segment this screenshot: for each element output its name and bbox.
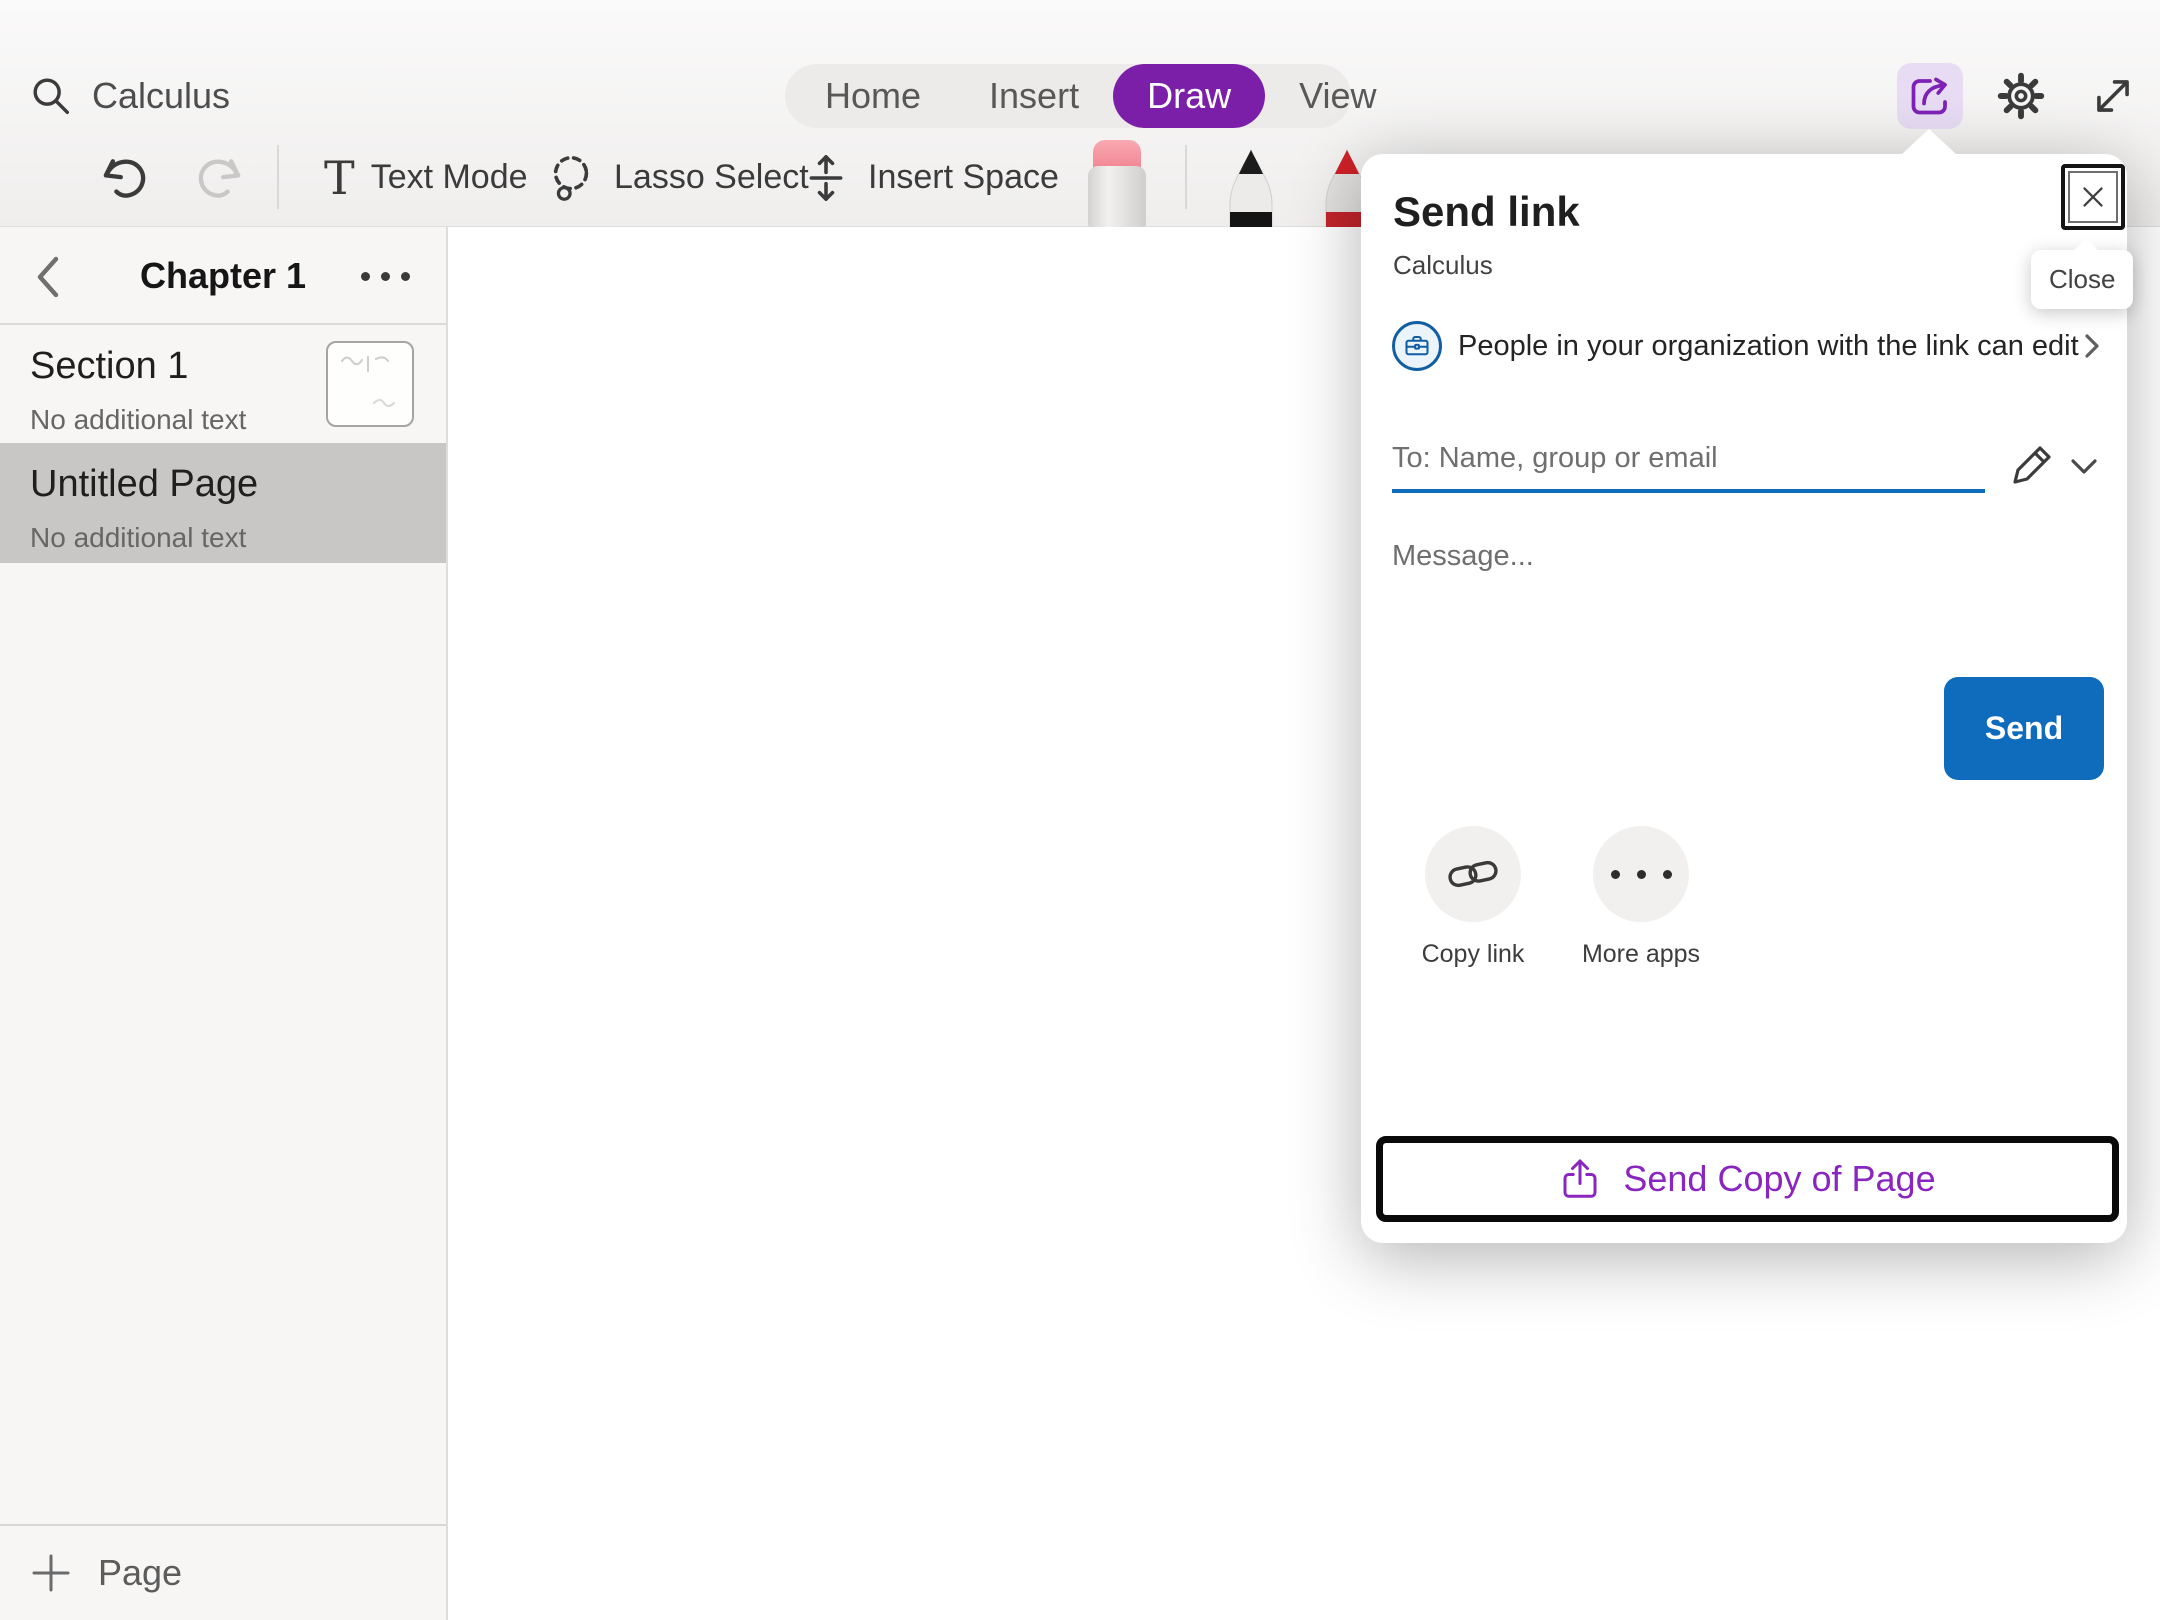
search-bar[interactable]: Calculus (28, 62, 230, 130)
settings-button[interactable] (1988, 63, 2054, 129)
organization-icon (1392, 321, 1442, 371)
add-page-label: Page (98, 1552, 182, 1594)
page-list-item[interactable]: Section 1 No additional text (0, 325, 446, 443)
chevron-down-icon (2067, 454, 2101, 480)
more-apps-button[interactable] (1593, 826, 1689, 922)
permission-text: People in your organization with the lin… (1458, 330, 2079, 363)
page-list-item-selected[interactable]: Untitled Page No additional text (0, 443, 446, 563)
recipient-field-wrap (1392, 442, 1985, 493)
send-link-dialog: Send link Calculus Close People in your … (1361, 154, 2127, 1243)
page-thumbnail (326, 341, 414, 427)
section-menu-button[interactable] (361, 251, 410, 301)
gear-icon (1994, 69, 2048, 123)
text-mode-button[interactable]: T Text Mode (324, 128, 528, 227)
onenote-app: Calculus Home Insert Draw View (0, 0, 2160, 1620)
expand-icon (2088, 71, 2138, 121)
fullscreen-button[interactable] (2080, 63, 2146, 129)
tab-view[interactable]: View (1265, 64, 1410, 128)
toolbar-divider (277, 145, 279, 209)
close-icon (2079, 183, 2107, 211)
copy-link-button[interactable] (1425, 826, 1521, 922)
pencil-icon (2009, 440, 2057, 488)
message-input[interactable] (1392, 540, 1992, 760)
add-page-button[interactable]: Page (0, 1524, 446, 1620)
page-item-title: Untitled Page (30, 463, 416, 506)
share-upload-icon (1559, 1155, 1601, 1203)
send-copy-label: Send Copy of Page (1623, 1158, 1935, 1200)
redo-button[interactable] (190, 128, 246, 227)
insert-space-icon (800, 150, 852, 206)
more-apps-label: More apps (1546, 940, 1736, 969)
share-button[interactable] (1897, 63, 1963, 129)
dialog-title: Send link (1393, 188, 1580, 236)
sidebar-header: Chapter 1 (0, 227, 446, 325)
undo-icon (98, 150, 154, 206)
lasso-label: Lasso Select (614, 158, 809, 197)
ellipsis-icon (1611, 870, 1672, 879)
tab-home[interactable]: Home (791, 64, 955, 128)
chevron-right-icon (2079, 329, 2105, 363)
recipient-input[interactable] (1392, 442, 1985, 475)
link-permission-row[interactable]: People in your organization with the lin… (1392, 318, 2094, 374)
ribbon-tabs: Home Insert Draw View (785, 64, 1351, 128)
undo-button[interactable] (98, 128, 154, 227)
plus-icon (30, 1552, 72, 1594)
send-button[interactable]: Send (1944, 677, 2104, 780)
close-button-focus-ring (2068, 171, 2118, 223)
share-icon (1906, 72, 1954, 120)
eraser-body (1088, 166, 1146, 227)
copy-link-label: Copy link (1378, 940, 1568, 969)
dialog-subtitle: Calculus (1393, 250, 1493, 281)
lasso-select-button[interactable]: Lasso Select (544, 128, 809, 227)
pen-black-tool[interactable] (1222, 148, 1280, 227)
eraser-tool[interactable] (1088, 140, 1146, 227)
edit-permission-button[interactable] (2009, 440, 2059, 490)
send-copy-of-page-button[interactable]: Send Copy of Page (1376, 1136, 2119, 1222)
insert-space-button[interactable]: Insert Space (800, 128, 1059, 227)
dialog-pointer (1901, 129, 1957, 155)
search-icon (28, 73, 74, 119)
redo-icon (190, 150, 246, 206)
sidebar: Chapter 1 Section 1 No additional text U… (0, 227, 448, 1620)
search-label: Calculus (92, 75, 230, 117)
close-tooltip: Close (2031, 250, 2133, 309)
toolbar-divider (1185, 145, 1187, 209)
close-button[interactable] (2061, 164, 2125, 230)
insert-space-label: Insert Space (868, 158, 1059, 197)
link-icon (1447, 854, 1499, 894)
tab-draw[interactable]: Draw (1113, 64, 1265, 128)
page-item-subtitle: No additional text (30, 522, 416, 554)
copy-link-action: Copy link (1378, 826, 1568, 969)
text-mode-label: Text Mode (371, 158, 528, 197)
text-mode-icon: T (324, 155, 355, 201)
more-apps-action: More apps (1546, 826, 1736, 969)
recipient-options-button[interactable] (2067, 454, 2101, 480)
lasso-icon (544, 150, 598, 206)
message-field-wrap (1392, 540, 1992, 760)
tab-insert[interactable]: Insert (955, 64, 1113, 128)
